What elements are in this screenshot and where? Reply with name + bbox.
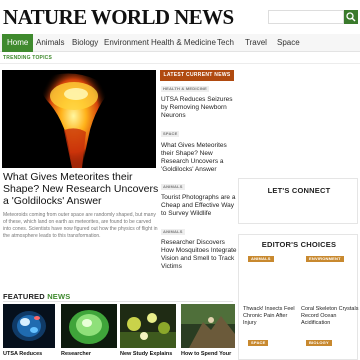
nav-item-travel[interactable]: Travel <box>245 34 267 52</box>
featured-thumbnail[interactable] <box>3 304 55 348</box>
nav-item-animals[interactable]: Animals <box>36 34 64 52</box>
nav-item-biology[interactable]: Biology <box>72 34 98 52</box>
category-badge[interactable]: ANIMALS <box>161 229 185 235</box>
site-logo[interactable]: NATURE WORLD NEWS <box>3 5 234 30</box>
hero-summary: Meteoroids coming from outer space are r… <box>3 212 158 239</box>
featured-news-label: NEWS <box>47 292 71 301</box>
category-badge[interactable]: HEALTH & MEDICINE <box>161 86 209 92</box>
featured-caption[interactable]: New Study Explains <box>120 351 172 357</box>
featured-thumbnail[interactable] <box>61 304 117 348</box>
divider <box>3 301 233 302</box>
search-button[interactable] <box>344 10 358 24</box>
divider <box>0 63 360 64</box>
latest-news-link[interactable]: What Gives Meteorites their Shape? New R… <box>161 142 239 174</box>
editors-choice-badge[interactable]: SPACE <box>248 340 269 346</box>
nav-item-environment[interactable]: Environment <box>104 34 149 52</box>
editors-choice-link[interactable]: Coral Skeleton Crystals Record Ocean Aci… <box>301 306 359 327</box>
hero-headline[interactable]: What Gives Meteorites their Shape? New R… <box>3 171 159 207</box>
nav-item-home[interactable]: Home <box>2 34 34 52</box>
featured-news-heading: FEATURED NEWS <box>3 292 71 301</box>
featured-caption[interactable]: How to Spend Your <box>181 351 231 357</box>
editors-choice-badge[interactable]: ENVIRONMENT <box>306 256 344 262</box>
latest-news-link[interactable]: Tourist Photographs are a Cheap and Effe… <box>161 194 239 218</box>
search-input[interactable] <box>268 10 344 24</box>
editors-choice-badge[interactable]: BIOLOGY <box>306 340 332 346</box>
lets-connect-panel: LET'S CONNECT <box>238 178 358 224</box>
featured-label: FEATURED <box>3 292 45 301</box>
lets-connect-title: LET'S CONNECT <box>267 186 331 195</box>
latest-news-link[interactable]: UTSA Reduces Seizures by Removing Newbor… <box>161 96 239 120</box>
editors-choice-link[interactable]: Thwack! Insects Feel Chronic Pain After … <box>243 306 301 327</box>
featured-thumbnail[interactable] <box>120 304 176 348</box>
category-badge[interactable]: ANIMALS <box>161 184 185 190</box>
featured-caption[interactable]: Researcher <box>61 351 91 357</box>
editors-choices-panel: EDITOR'S CHOICES ANIMALS Thwack! Insects… <box>238 234 358 360</box>
category-badge[interactable]: SPACE <box>161 131 180 137</box>
masthead: NATURE WORLD NEWS <box>0 0 360 32</box>
latest-news-link[interactable]: Researcher Discovers How Mosquitoes Inte… <box>161 239 239 271</box>
hero-image[interactable] <box>2 70 156 168</box>
latest-news-button[interactable]: LATEST CURRENT NEWS <box>160 70 234 81</box>
featured-thumbnail[interactable] <box>181 304 235 348</box>
main-nav: Home Animals Biology Environment Health … <box>0 34 360 52</box>
editors-choice-badge[interactable]: ANIMALS <box>248 256 274 262</box>
featured-caption[interactable]: UTSA Reduces <box>3 351 42 357</box>
editors-choices-title: EDITOR'S CHOICES <box>261 240 337 249</box>
trending-topics-label: TRENDING TOPICS <box>3 55 53 61</box>
nav-item-tech[interactable]: Tech <box>217 34 234 52</box>
nav-item-space[interactable]: Space <box>277 34 300 52</box>
search-icon <box>346 12 356 22</box>
nav-item-health-medicine[interactable]: Health & Medicine <box>151 34 216 52</box>
